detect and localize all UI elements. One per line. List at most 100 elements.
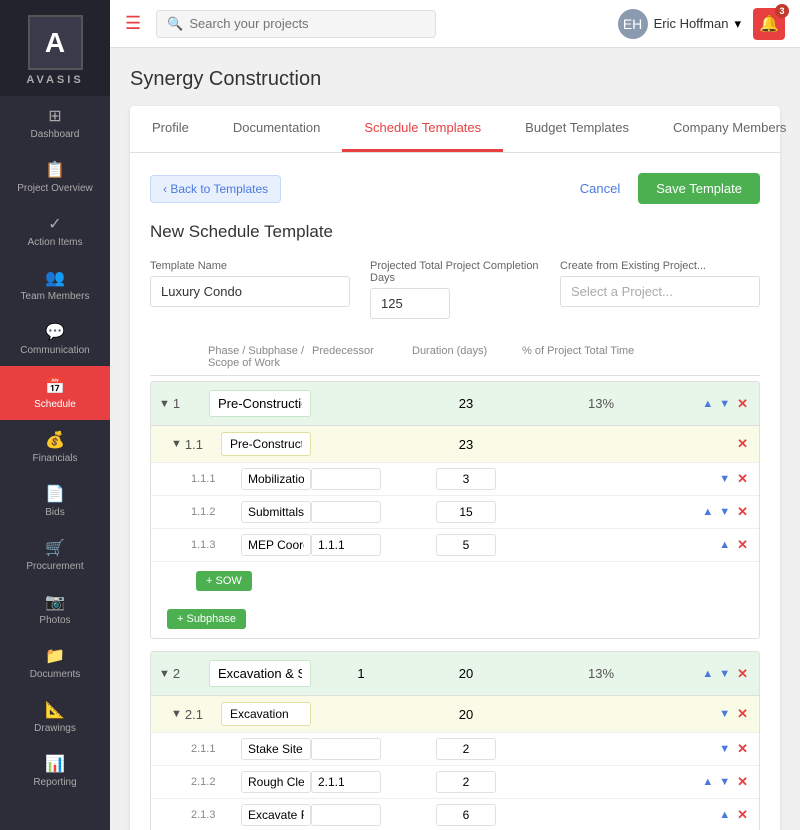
sow-2-1-1-delete-button[interactable]: ✕ xyxy=(734,740,751,758)
completion-days-label: Projected Total Project Completion Days xyxy=(370,260,540,284)
add-sow-button-1[interactable]: + SOW xyxy=(196,571,252,591)
sidebar-item-communication[interactable]: 💬 Communication xyxy=(0,312,110,366)
subphase-2-1-name-input[interactable] xyxy=(221,702,311,726)
sow-1-1-2-predecessor-input[interactable] xyxy=(311,501,381,523)
sow-2-1-2-name-cell xyxy=(241,771,311,793)
sidebar-item-project-overview[interactable]: 📋 Project Overview xyxy=(0,150,110,204)
section-title: New Schedule Template xyxy=(150,222,760,242)
back-to-templates-button[interactable]: ‹ Back to Templates xyxy=(150,175,281,203)
sidebar-item-photos[interactable]: 📷 Photos xyxy=(0,582,110,636)
phase-1-name-input[interactable] xyxy=(209,390,311,417)
template-name-input[interactable] xyxy=(150,276,350,307)
sow-1-1-2-name-cell xyxy=(241,501,311,523)
phase-1-up-button[interactable]: ▲ xyxy=(700,397,715,411)
user-info[interactable]: EH Eric Hoffman ▾ xyxy=(618,9,741,39)
sow-2-1-2-up-button[interactable]: ▲ xyxy=(700,775,715,789)
sidebar-item-schedule[interactable]: 📅 Schedule xyxy=(0,366,110,420)
sow-1-1-2-name-input[interactable] xyxy=(241,501,311,523)
sidebar-item-bids[interactable]: 📄 Bids xyxy=(0,474,110,528)
sow-1-1-3-name-input[interactable] xyxy=(241,534,311,556)
tab-budget-templates[interactable]: Budget Templates xyxy=(503,106,651,152)
sidebar-item-reporting[interactable]: 📊 Reporting xyxy=(0,744,110,798)
sow-2-1-2-predecessor-input[interactable] xyxy=(311,771,381,793)
sidebar-item-dashboard[interactable]: ⊞ Dashboard xyxy=(0,96,110,150)
subphase-2-1-down-button[interactable]: ▼ xyxy=(717,707,732,721)
action-items-label: Action Items xyxy=(27,237,82,248)
sow-1-1-2-delete-button[interactable]: ✕ xyxy=(734,503,751,521)
main-area: ☰ 🔍 EH Eric Hoffman ▾ 🔔 3 Synergy Constr… xyxy=(110,0,800,830)
sow-1-1-1-down-button[interactable]: ▼ xyxy=(717,472,732,486)
tabs: Profile Documentation Schedule Templates… xyxy=(130,106,780,153)
sidebar-item-team-members[interactable]: 👥 Team Members xyxy=(0,258,110,312)
panel-body: ‹ Back to Templates Cancel Save Template… xyxy=(130,153,780,830)
sow-2-1-3-duration-input[interactable] xyxy=(436,804,496,826)
sow-1-1-1-delete-button[interactable]: ✕ xyxy=(734,470,751,488)
sow-1-1-3-num: 1.1.3 xyxy=(191,539,241,551)
sidebar-item-action-items[interactable]: ✓ Action Items xyxy=(0,204,110,258)
sow-2-1-3-predecessor-input[interactable] xyxy=(311,804,381,826)
project-overview-icon: 📋 xyxy=(45,160,65,180)
save-template-button[interactable]: Save Template xyxy=(638,173,760,204)
phase-2-delete-button[interactable]: ✕ xyxy=(734,665,751,683)
phase-2-up-button[interactable]: ▲ xyxy=(700,667,715,681)
add-subphase-button-1[interactable]: + Subphase xyxy=(167,609,246,629)
sow-2-1-3-up-button[interactable]: ▲ xyxy=(717,808,732,822)
sow-1-1-1-predecessor-input[interactable] xyxy=(311,468,381,490)
sow-1-1-1-duration xyxy=(411,468,521,490)
sow-2-1-1-down-button[interactable]: ▼ xyxy=(717,742,732,756)
sidebar-item-drawings[interactable]: 📐 Drawings xyxy=(0,690,110,744)
tab-profile[interactable]: Profile xyxy=(130,106,211,152)
sow-1-1-2-up-button[interactable]: ▲ xyxy=(700,505,715,519)
sow-1-1-3-predecessor-input[interactable] xyxy=(311,534,381,556)
search-input[interactable] xyxy=(189,16,425,31)
search-box[interactable]: 🔍 xyxy=(156,10,436,38)
subphase-2-1-delete-button[interactable]: ✕ xyxy=(734,705,751,723)
sow-2-1-1-duration-input[interactable] xyxy=(436,738,496,760)
menu-icon[interactable]: ☰ xyxy=(125,13,141,34)
sow-1-1-3-name-cell xyxy=(241,534,311,556)
notification-button[interactable]: 🔔 3 xyxy=(753,8,785,40)
sow-2-1-3-name-input[interactable] xyxy=(241,804,311,826)
sow-1-1-1-name-input[interactable] xyxy=(241,468,311,490)
sow-2-1-2-down-button[interactable]: ▼ xyxy=(717,775,732,789)
sidebar-item-procurement[interactable]: 🛒 Procurement xyxy=(0,528,110,582)
dashboard-label: Dashboard xyxy=(31,129,80,140)
project-overview-label: Project Overview xyxy=(17,183,93,194)
subphase-1-1-collapse[interactable]: ▼ xyxy=(171,438,182,450)
phase-2-name-input[interactable] xyxy=(209,660,311,687)
sow-1-1-2-duration-input[interactable] xyxy=(436,501,496,523)
sow-2-1-2-delete-button[interactable]: ✕ xyxy=(734,773,751,791)
subphase-2-1-actions: ▼ ✕ xyxy=(681,705,751,723)
sow-2-1-2-duration-input[interactable] xyxy=(436,771,496,793)
completion-days-input[interactable] xyxy=(370,288,450,319)
col-header-duration: Duration (days) xyxy=(412,345,522,369)
existing-project-select[interactable]: Select a Project... xyxy=(560,276,760,307)
sow-1-1-3-duration-input[interactable] xyxy=(436,534,496,556)
subphase-1-1-delete-button[interactable]: ✕ xyxy=(734,435,751,453)
sow-row-2-1-2: 2.1.2 ▲ ▼ ✕ xyxy=(151,766,759,799)
sow-1-1-1-duration-input[interactable] xyxy=(436,468,496,490)
team-members-icon: 👥 xyxy=(45,268,65,288)
tab-schedule-templates[interactable]: Schedule Templates xyxy=(342,106,503,152)
sow-1-1-2-down-button[interactable]: ▼ xyxy=(717,505,732,519)
phase-1-collapse[interactable]: ▼ xyxy=(159,398,170,410)
cancel-button[interactable]: Cancel xyxy=(572,175,628,202)
team-members-label: Team Members xyxy=(21,291,90,302)
sow-2-1-2-name-input[interactable] xyxy=(241,771,311,793)
sow-1-1-3-up-button[interactable]: ▲ xyxy=(717,538,732,552)
subphase-1-1-name-input[interactable] xyxy=(221,432,311,456)
sow-2-1-3-delete-button[interactable]: ✕ xyxy=(734,806,751,824)
sow-1-1-3-delete-button[interactable]: ✕ xyxy=(734,536,751,554)
tab-company-members[interactable]: Company Members xyxy=(651,106,800,152)
sow-2-1-1-name-input[interactable] xyxy=(241,738,311,760)
phase-1-delete-button[interactable]: ✕ xyxy=(734,395,751,413)
phase-1-down-button[interactable]: ▼ xyxy=(717,397,732,411)
phase-1-actions: ▲ ▼ ✕ xyxy=(681,395,751,413)
sidebar-item-documents[interactable]: 📁 Documents xyxy=(0,636,110,690)
sow-2-1-1-predecessor-input[interactable] xyxy=(311,738,381,760)
phase-2-down-button[interactable]: ▼ xyxy=(717,667,732,681)
tab-documentation[interactable]: Documentation xyxy=(211,106,342,152)
sidebar-item-financials[interactable]: 💰 Financials xyxy=(0,420,110,474)
subphase-2-1-collapse[interactable]: ▼ xyxy=(171,708,182,720)
phase-2-collapse[interactable]: ▼ xyxy=(159,668,170,680)
